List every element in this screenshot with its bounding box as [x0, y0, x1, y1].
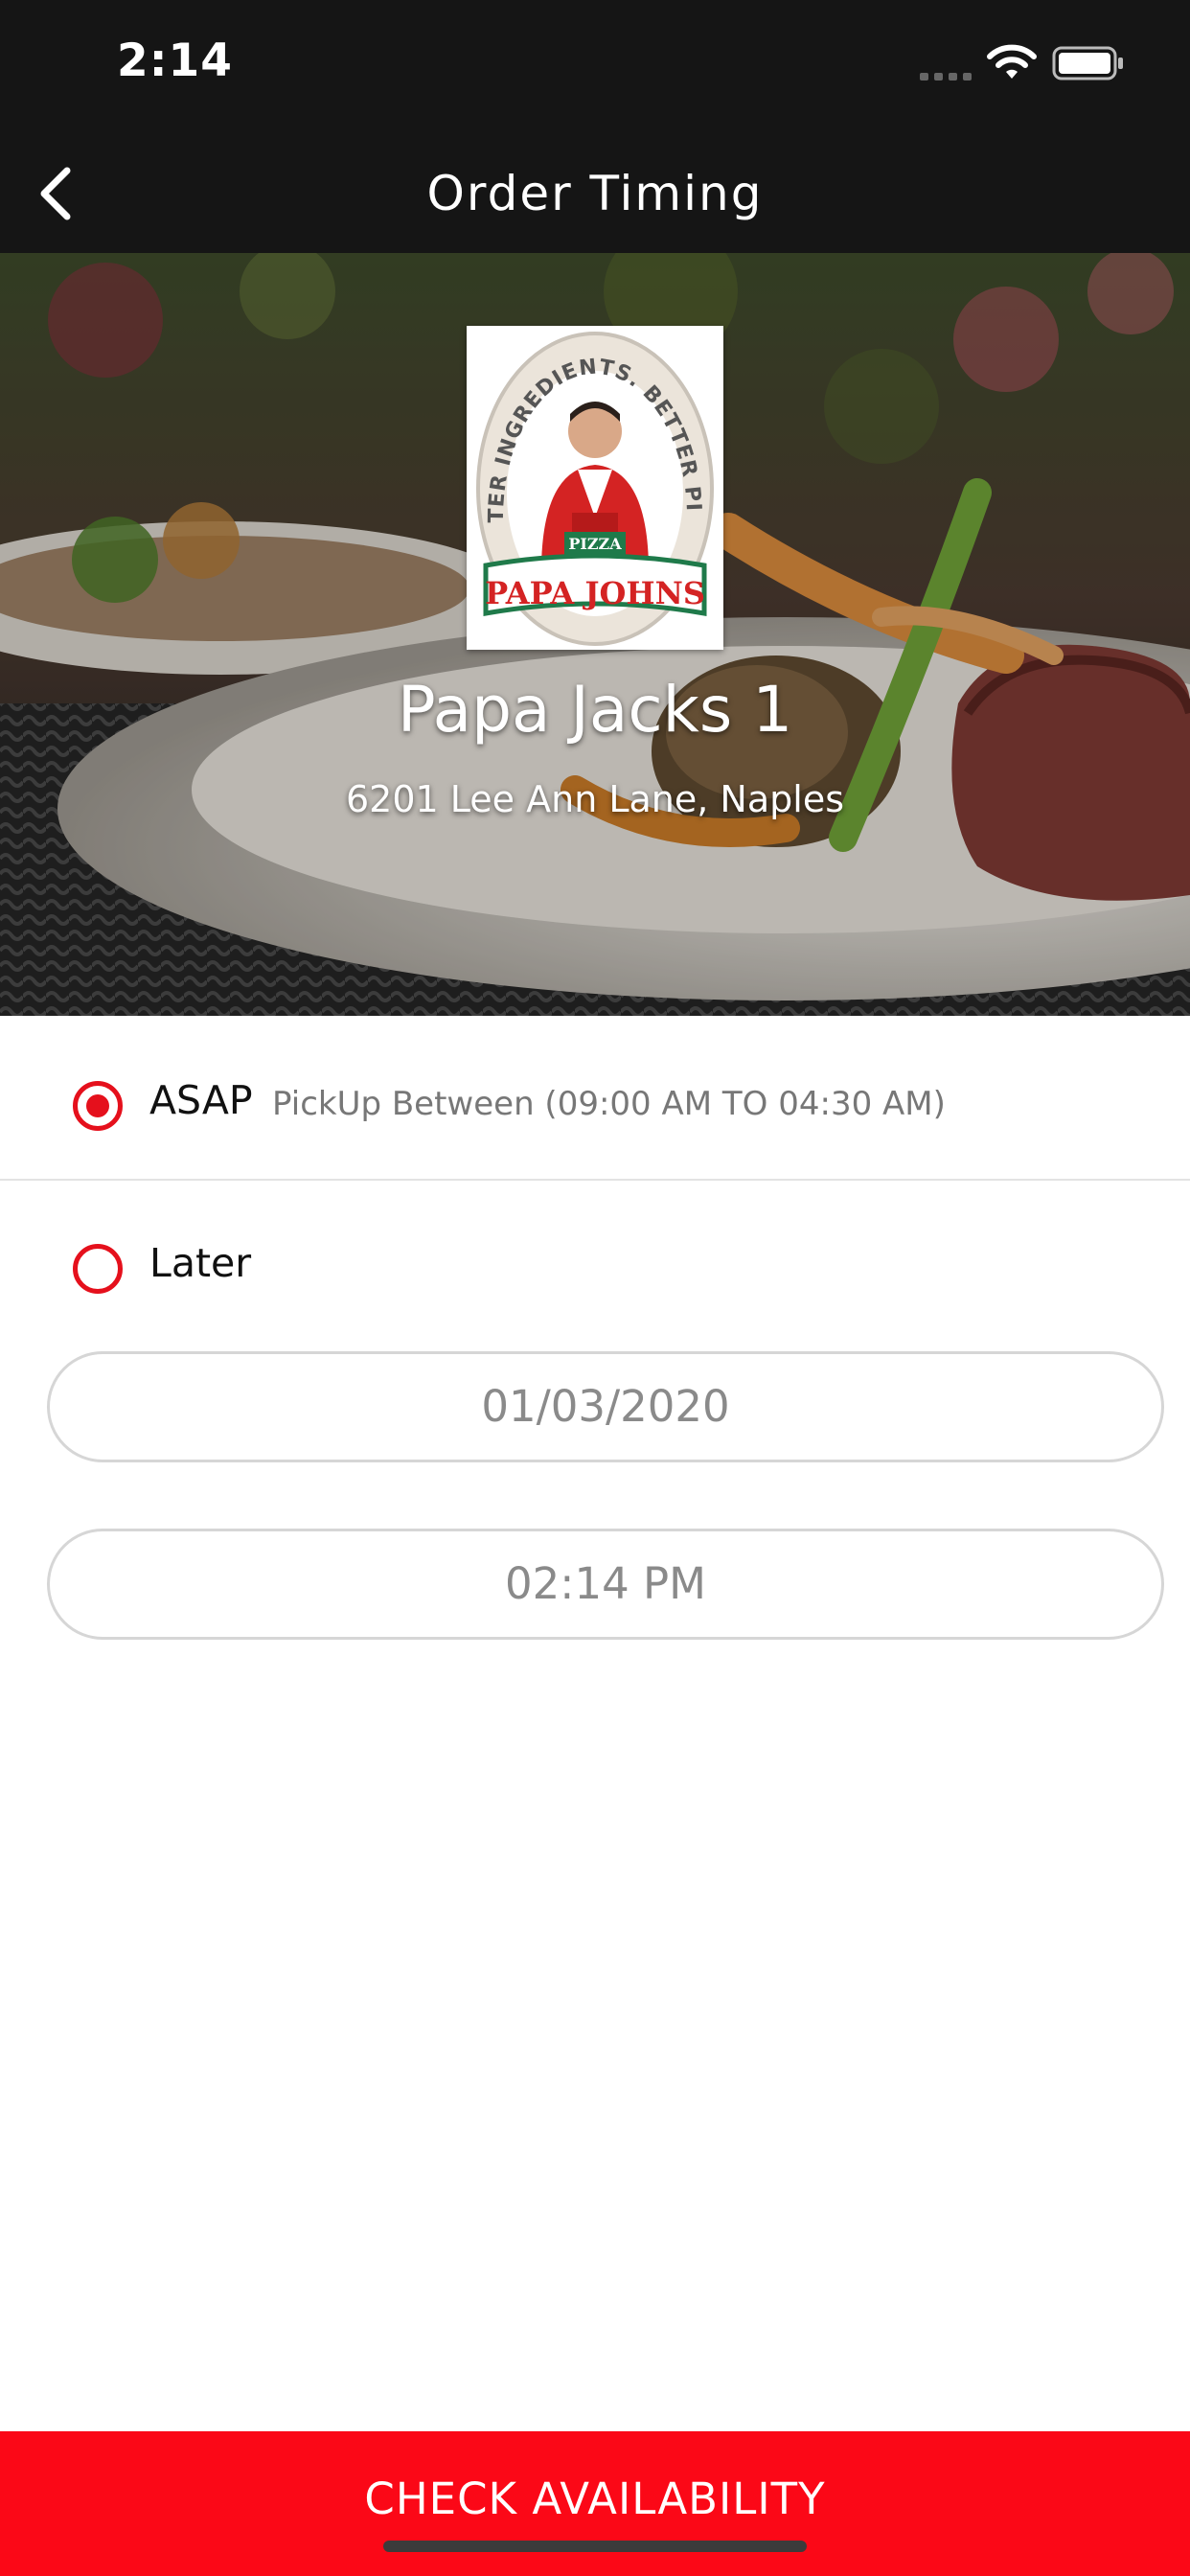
- radio-selected-dot: [86, 1094, 109, 1117]
- time-field[interactable]: 02:14 PM: [47, 1529, 1164, 1640]
- logo-badge-text: PIZZA: [568, 535, 622, 553]
- later-label: Later: [149, 1240, 252, 1286]
- cellular-signal-icon: [920, 73, 972, 80]
- status-bar: 2:14: [0, 0, 1190, 134]
- navigation-bar: Order Timing: [0, 134, 1190, 253]
- later-option[interactable]: Later: [0, 1198, 1190, 1342]
- later-radio-button[interactable]: [73, 1244, 123, 1294]
- status-time: 2:14: [117, 34, 233, 87]
- page-title: Order Timing: [426, 166, 764, 221]
- store-name: Papa Jacks 1: [397, 673, 793, 747]
- date-field[interactable]: 01/03/2020: [47, 1351, 1164, 1462]
- asap-option[interactable]: ASAP PickUp Between (09:00 AM TO 04:30 A…: [0, 1035, 1190, 1179]
- check-availability-button[interactable]: CHECK AVAILABILITY: [0, 2431, 1190, 2576]
- battery-icon: [1052, 46, 1123, 80]
- papa-johns-logo-image: BETTER INGREDIENTS. BETTER PIZZA. PIZZA …: [458, 308, 723, 650]
- back-button[interactable]: [17, 155, 94, 232]
- check-availability-label: CHECK AVAILABILITY: [364, 2473, 826, 2524]
- home-indicator: [383, 2541, 807, 2552]
- divider: [0, 1179, 1190, 1181]
- asap-radio-button[interactable]: [73, 1081, 123, 1131]
- store-logo: BETTER INGREDIENTS. BETTER PIZZA. PIZZA …: [458, 308, 723, 650]
- logo-brand-text: PAPA JOHNS: [485, 575, 705, 611]
- store-address: 6201 Lee Ann Lane, Naples: [345, 778, 844, 820]
- store-hero: BETTER INGREDIENTS. BETTER PIZZA. PIZZA …: [0, 253, 1190, 1016]
- asap-label: ASAP: [149, 1077, 253, 1123]
- chevron-left-icon: [40, 167, 71, 220]
- pickup-window-text: PickUp Between (09:00 AM TO 04:30 AM): [272, 1085, 946, 1123]
- wifi-icon: [987, 44, 1037, 79]
